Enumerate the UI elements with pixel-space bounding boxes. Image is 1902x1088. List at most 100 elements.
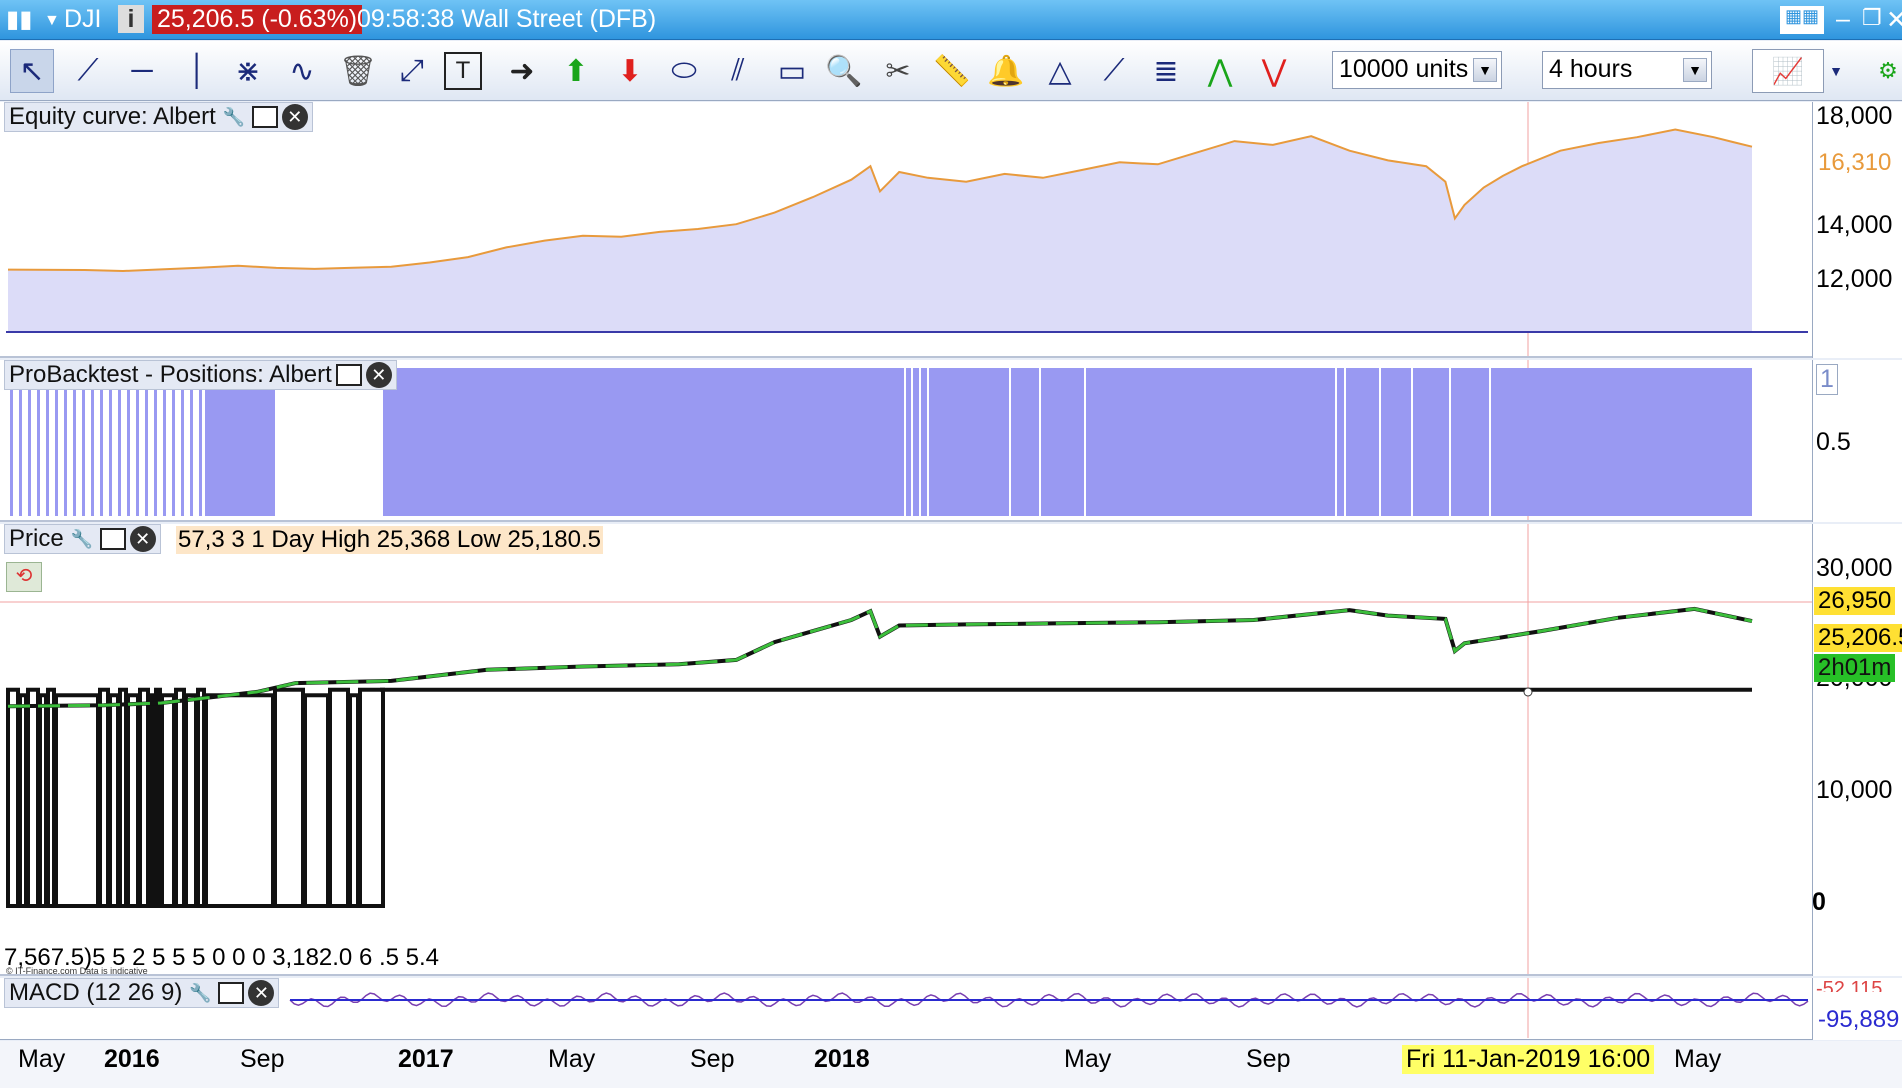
close-panel-icon[interactable]: ✕ [365, 362, 392, 388]
time-label: Sep [690, 1045, 735, 1073]
position-bar [204, 693, 275, 908]
triangle-icon[interactable]: △ [1038, 49, 1082, 93]
refresh-icon[interactable]: ⟲ [6, 562, 42, 592]
macd-panel: MACD (12 26 9) 🔧 ✕ [0, 978, 1812, 1040]
ruler-icon[interactable]: 📏 [930, 49, 974, 93]
vertical-line-icon[interactable]: │ [176, 49, 220, 93]
wrench-icon[interactable]: 🔧 [186, 979, 214, 1007]
position-stripe [10, 368, 13, 516]
timeframe-select[interactable]: 4 hours ▼ [1542, 51, 1712, 89]
text-tool-icon[interactable]: T [444, 52, 482, 90]
window-icon[interactable] [335, 364, 362, 386]
price-tick: 10,000 [1816, 776, 1893, 804]
close-panel-icon[interactable]: ✕ [248, 980, 275, 1006]
close-panel-icon[interactable]: ✕ [281, 104, 308, 130]
units-value: 10000 units [1339, 55, 1469, 83]
position-stripe [163, 368, 166, 516]
buy-arrow-icon[interactable]: ⬆ [554, 49, 598, 93]
position-bar [273, 687, 305, 908]
close-icon[interactable]: ✕ [1886, 5, 1902, 35]
candlestick-icon[interactable]: ▮▮ [6, 5, 32, 34]
chevron-down-icon[interactable]: ▼ [1826, 49, 1846, 93]
equity-tick: 14,000 [1816, 211, 1893, 239]
position-stripe [118, 368, 121, 516]
data-watermark: © IT-Finance.com Data is indicative [6, 966, 148, 976]
trash-icon[interactable]: 🗑 [336, 49, 380, 93]
zoom-icon[interactable]: 🔍 [822, 49, 866, 93]
window-icon[interactable] [99, 528, 126, 550]
chevron-down-icon[interactable]: ▼ [1683, 58, 1707, 82]
position-stripe [19, 368, 22, 516]
info-icon[interactable]: i [118, 5, 144, 33]
equity-panel-title[interactable]: Equity curve: Albert 🔧 ✕ [4, 102, 313, 132]
position-stripe [73, 368, 76, 516]
positions-panel-title[interactable]: ProBacktest - Positions: Albert ✕ [4, 360, 397, 390]
tools-icon[interactable]: ✂ [876, 49, 920, 93]
units-select[interactable]: 10000 units ▼ [1332, 51, 1502, 89]
close-panel-icon[interactable]: ✕ [129, 526, 156, 552]
chart-settings-icon[interactable]: ⚙ [1874, 49, 1902, 93]
position-stripe [37, 368, 40, 516]
sell-arrow-icon[interactable]: ⬇ [608, 49, 652, 93]
trend-line-icon[interactable]: ⟋ [1092, 49, 1136, 93]
keyboard-icon[interactable]: ▦▦ [1780, 6, 1824, 34]
time-label: 2017 [398, 1045, 454, 1073]
positions-tick: 1 [1816, 364, 1838, 395]
alert-bell-icon[interactable]: 🔔 [984, 49, 1028, 93]
position-bar [118, 687, 128, 908]
restore-icon[interactable]: ❐ [1862, 5, 1882, 31]
horizontal-line-icon[interactable]: ─ [120, 49, 164, 93]
time-label: Sep [240, 1045, 285, 1073]
pointer-icon[interactable]: ↖ [10, 49, 54, 93]
position-bar [38, 693, 48, 908]
equity-panel: Equity curve: Albert 🔧 ✕ [0, 102, 1812, 358]
positions-panel: ProBacktest - Positions: Albert ✕ [0, 360, 1812, 522]
positions-tick: 0.5 [1816, 428, 1851, 456]
macd-value: -95,889 [1814, 1006, 1902, 1034]
wrench-icon[interactable]: 🔧 [68, 525, 96, 553]
crosshair-dot [1523, 687, 1533, 697]
fibonacci-icon[interactable]: ≣ [1144, 49, 1188, 93]
wrench-icon[interactable]: 🔧 [220, 103, 248, 131]
position-stripe [55, 368, 58, 516]
price-panel: Price 🔧 ✕ 57,3 3 1 Day High 25,368 Low 2… [0, 524, 1812, 976]
equity-title-text: Equity curve: Albert [9, 103, 216, 130]
zigzag-green-icon[interactable]: ⋀ [1198, 49, 1242, 93]
position-stripe [64, 368, 67, 516]
position-stripe [28, 368, 31, 516]
dropdown-arrow-icon[interactable]: ▼ [44, 12, 60, 30]
position-stripe [100, 368, 103, 516]
window-icon[interactable] [251, 106, 278, 128]
position-bar [18, 693, 28, 908]
price-panel-title[interactable]: Price 🔧 ✕ [4, 524, 161, 554]
position-block [383, 368, 1752, 516]
position-bar [358, 687, 385, 908]
equity-chart [6, 102, 1808, 356]
time-label: 2018 [814, 1045, 870, 1073]
equity-tick: 12,000 [1816, 265, 1893, 293]
position-stripe [82, 368, 85, 516]
window-icon[interactable] [218, 982, 245, 1004]
position-bar [54, 693, 100, 908]
channel-icon[interactable]: ⋇ [226, 49, 270, 93]
price-overlay-text: 57,3 3 1 Day High 25,368 Low 25,180.5 [176, 526, 603, 554]
minimize-icon[interactable]: – [1836, 5, 1850, 34]
arrow-right-icon[interactable]: ➜ [500, 49, 544, 93]
zigzag-red-icon[interactable]: ⋁ [1252, 49, 1296, 93]
arrow-diagonal-icon[interactable]: ⤢ [390, 49, 434, 93]
rectangle-icon[interactable]: ▭ [770, 49, 814, 93]
position-stripe [181, 368, 184, 516]
indicators-icon[interactable]: 📈 [1752, 49, 1824, 93]
chevron-down-icon[interactable]: ▼ [1473, 58, 1497, 82]
wave-icon[interactable]: ∿ [280, 49, 324, 93]
parallel-lines-icon[interactable]: ⫽ [716, 49, 760, 93]
position-block [205, 368, 275, 516]
symbol-label[interactable]: DJI [64, 5, 102, 34]
line-tool-icon[interactable]: ⟋ [66, 49, 110, 93]
macd-panel-title[interactable]: MACD (12 26 9) 🔧 ✕ [4, 978, 280, 1008]
ellipse-icon[interactable]: ⬭ [662, 49, 706, 93]
time-label: 2016 [104, 1045, 160, 1073]
position-stripe [127, 368, 130, 516]
price-tick: 0 [1812, 888, 1826, 916]
position-bar [108, 693, 120, 908]
